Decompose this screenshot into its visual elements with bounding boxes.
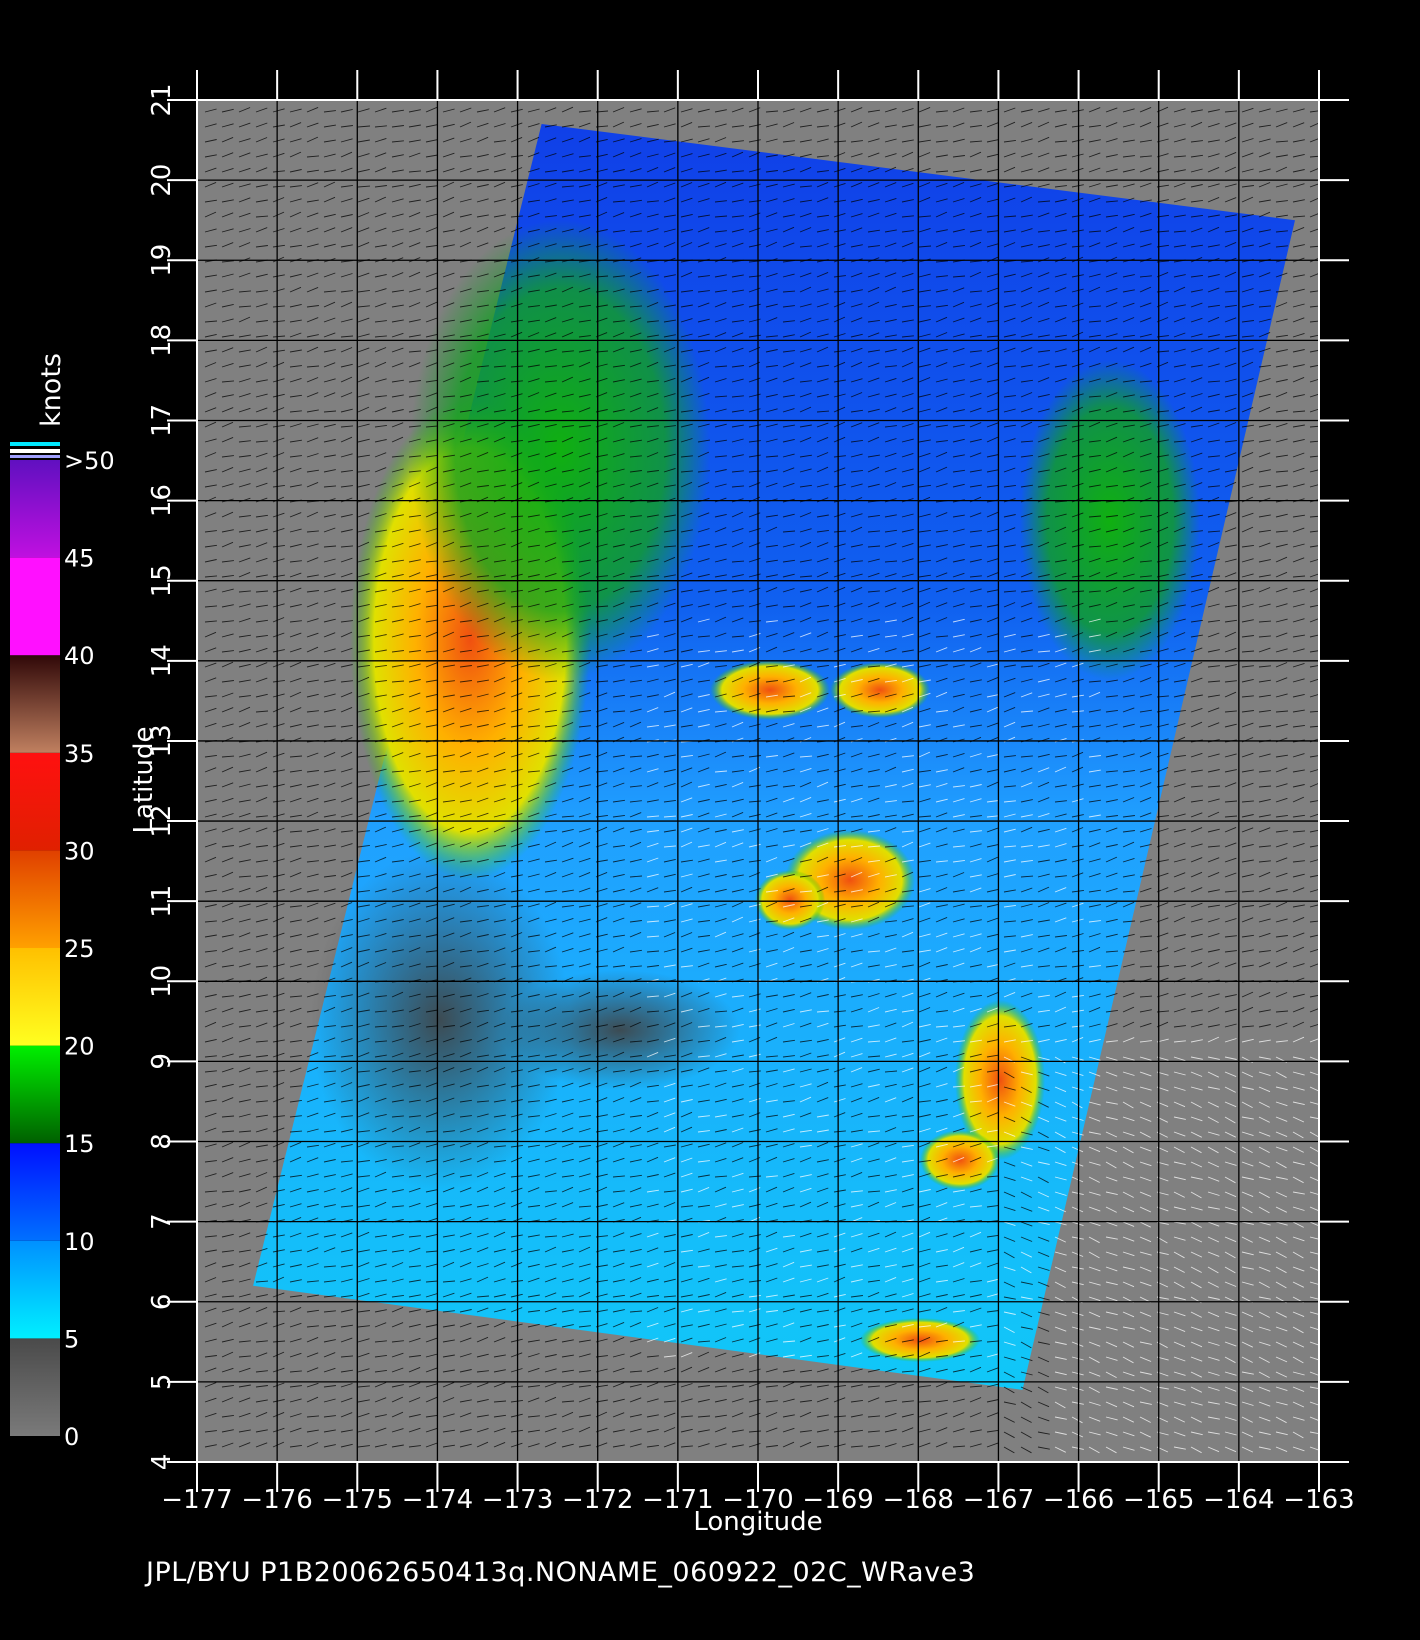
squall-cell [920, 1130, 1000, 1190]
squall-cell [755, 870, 825, 930]
low-wind-region [500, 970, 740, 1090]
squall-cell [830, 662, 930, 718]
moderate-wind-region [410, 220, 710, 680]
moderate-wind-region [1020, 360, 1200, 680]
wind-speed-map-figure: −177 −176 −175 −174 −173 −172 −171 −170 −169 −168… [10, 70, 1355, 1537]
